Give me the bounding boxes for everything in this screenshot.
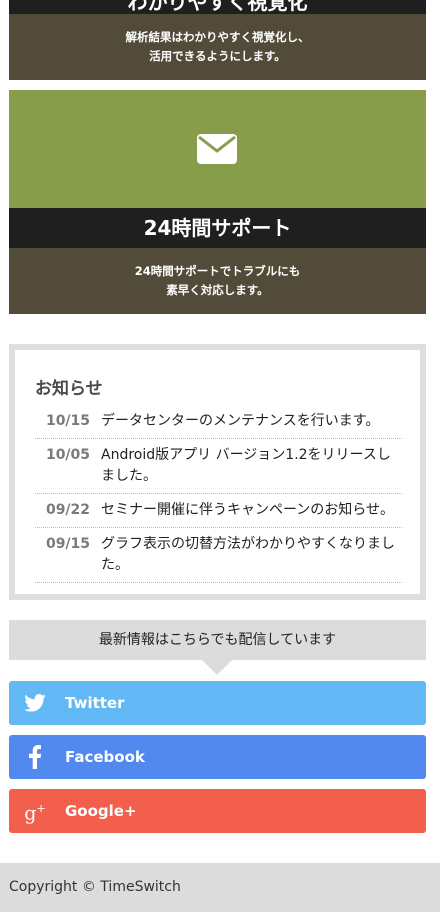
news-date: 10/15 (45, 413, 91, 429)
feature-support: 24時間サポート 24時間サポートでトラブルにも 素早く対応します。 (9, 90, 426, 314)
twitter-label: Twitter (65, 694, 125, 712)
facebook-button[interactable]: Facebook (9, 735, 426, 779)
twitter-button[interactable]: Twitter (9, 681, 426, 725)
copyright-text: Copyright © TimeSwitch (9, 879, 181, 895)
share-heading: 最新情報はこちらでも配信しています (9, 620, 426, 660)
news-box: お知らせ 10/15 データセンターのメンテナンスを行います。 10/05 An… (9, 344, 426, 600)
share-heading-arrow (202, 660, 232, 675)
facebook-icon (23, 735, 47, 779)
news-title: お知らせ (35, 379, 103, 399)
news-text[interactable]: Android版アプリ バージョン1.2をリリースしました。 (101, 445, 402, 487)
google-plus-button[interactable]: g+ Google+ (9, 789, 426, 833)
feature-description-line: 解析結果はわかりやすく視覚化し、 (125, 30, 310, 44)
feature-title-bar: わかりやすく視覚化 (9, 0, 426, 14)
feature-description: 解析結果はわかりやすく視覚化し、 活用できるようにします。 (9, 14, 426, 80)
feature-icon-area (9, 90, 426, 208)
feature-title: 24時間サポート (9, 208, 426, 248)
news-item[interactable]: 09/22 セミナー開催に伴うキャンペーンのお知らせ。 (35, 494, 402, 528)
news-item[interactable]: 10/05 Android版アプリ バージョン1.2をリリースしました。 (35, 439, 402, 494)
google-plus-label: Google+ (65, 802, 137, 820)
news-list: 10/15 データセンターのメンテナンスを行います。 10/05 Android… (35, 405, 402, 583)
news-item[interactable]: 09/15 グラフ表示の切替方法がわかりやすくなりました。 (35, 528, 402, 583)
envelope-icon (197, 134, 237, 164)
news-date: 09/22 (45, 502, 91, 518)
footer: Copyright © TimeSwitch (0, 863, 440, 912)
feature-visualize: わかりやすく視覚化 解析結果はわかりやすく視覚化し、 活用できるようにします。 (9, 0, 426, 80)
feature-description-line: 24時間サポートでトラブルにも (134, 264, 301, 278)
feature-description: 24時間サポートでトラブルにも 素早く対応します。 (9, 248, 426, 314)
news-date: 10/05 (45, 447, 91, 463)
facebook-label: Facebook (65, 748, 145, 766)
twitter-icon (23, 681, 47, 725)
news-date: 09/15 (45, 536, 91, 552)
news-text[interactable]: セミナー開催に伴うキャンペーンのお知らせ。 (101, 500, 402, 521)
news-text[interactable]: データセンターのメンテナンスを行います。 (101, 411, 402, 432)
feature-description-line: 素早く対応します。 (166, 283, 269, 297)
news-item[interactable]: 10/15 データセンターのメンテナンスを行います。 (35, 405, 402, 439)
feature-description-line: 活用できるようにします。 (149, 49, 286, 63)
feature-title: わかりやすく視覚化 (127, 0, 308, 14)
news-text[interactable]: グラフ表示の切替方法がわかりやすくなりました。 (101, 534, 402, 576)
google-plus-icon: g+ (24, 801, 46, 825)
